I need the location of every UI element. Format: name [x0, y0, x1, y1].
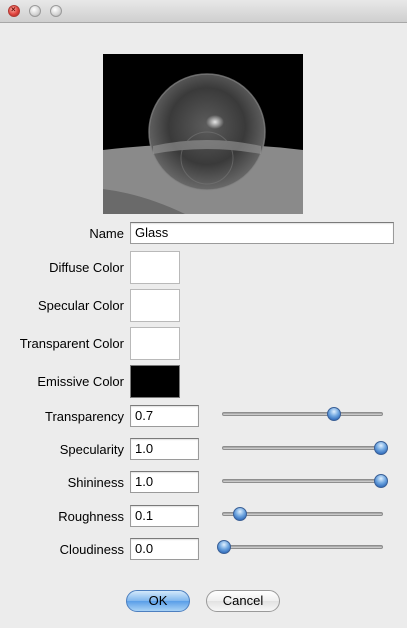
minimize-icon[interactable]: [29, 5, 41, 17]
slider-thumb[interactable]: [374, 441, 388, 455]
slider-thumb[interactable]: [374, 474, 388, 488]
shininess-field[interactable]: 1.0: [130, 471, 199, 493]
specularity-label: Specularity: [59, 442, 124, 457]
transparency-slider[interactable]: [222, 405, 383, 425]
diffuse-color-label: Diffuse Color: [49, 260, 124, 275]
cancel-button[interactable]: Cancel: [206, 590, 280, 612]
preview-render: [103, 54, 303, 214]
specularity-field[interactable]: 1.0: [130, 438, 199, 460]
zoom-icon[interactable]: [50, 5, 62, 17]
roughness-field[interactable]: 0.1: [130, 505, 199, 527]
slider-track: [222, 412, 383, 416]
slider-thumb[interactable]: [326, 407, 341, 421]
roughness-slider[interactable]: [222, 505, 383, 525]
material-editor-window: × Name Glass Diffuse Color Specular Colo…: [0, 0, 407, 628]
roughness-label: Roughness: [58, 509, 124, 524]
emissive-color-swatch[interactable]: [130, 365, 180, 398]
slider-track: [222, 446, 383, 450]
transparency-field[interactable]: 0.7: [130, 405, 199, 427]
shininess-slider[interactable]: [222, 472, 388, 492]
slider-track: [222, 479, 383, 483]
specular-color-swatch[interactable]: [130, 289, 180, 322]
emissive-color-label: Emissive Color: [37, 374, 124, 389]
diffuse-color-swatch[interactable]: [130, 251, 180, 284]
slider-track: [222, 545, 383, 549]
transparency-label: Transparency: [45, 409, 124, 424]
specularity-slider[interactable]: [222, 439, 388, 459]
name-label: Name: [89, 226, 124, 241]
name-field[interactable]: Glass: [130, 222, 394, 244]
cloudiness-field[interactable]: 0.0: [130, 538, 199, 560]
slider-thumb[interactable]: [232, 507, 247, 521]
title-bar: ×: [0, 0, 407, 23]
material-preview: [103, 54, 303, 214]
transparent-color-swatch[interactable]: [130, 327, 180, 360]
shininess-label: Shininess: [67, 475, 124, 490]
cloudiness-slider[interactable]: [217, 538, 383, 558]
close-icon[interactable]: ×: [8, 5, 20, 17]
ok-button[interactable]: OK: [126, 590, 190, 612]
specular-color-label: Specular Color: [38, 298, 124, 313]
slider-thumb[interactable]: [217, 540, 231, 554]
cloudiness-label: Cloudiness: [59, 542, 124, 557]
transparent-color-label: Transparent Color: [19, 336, 124, 351]
